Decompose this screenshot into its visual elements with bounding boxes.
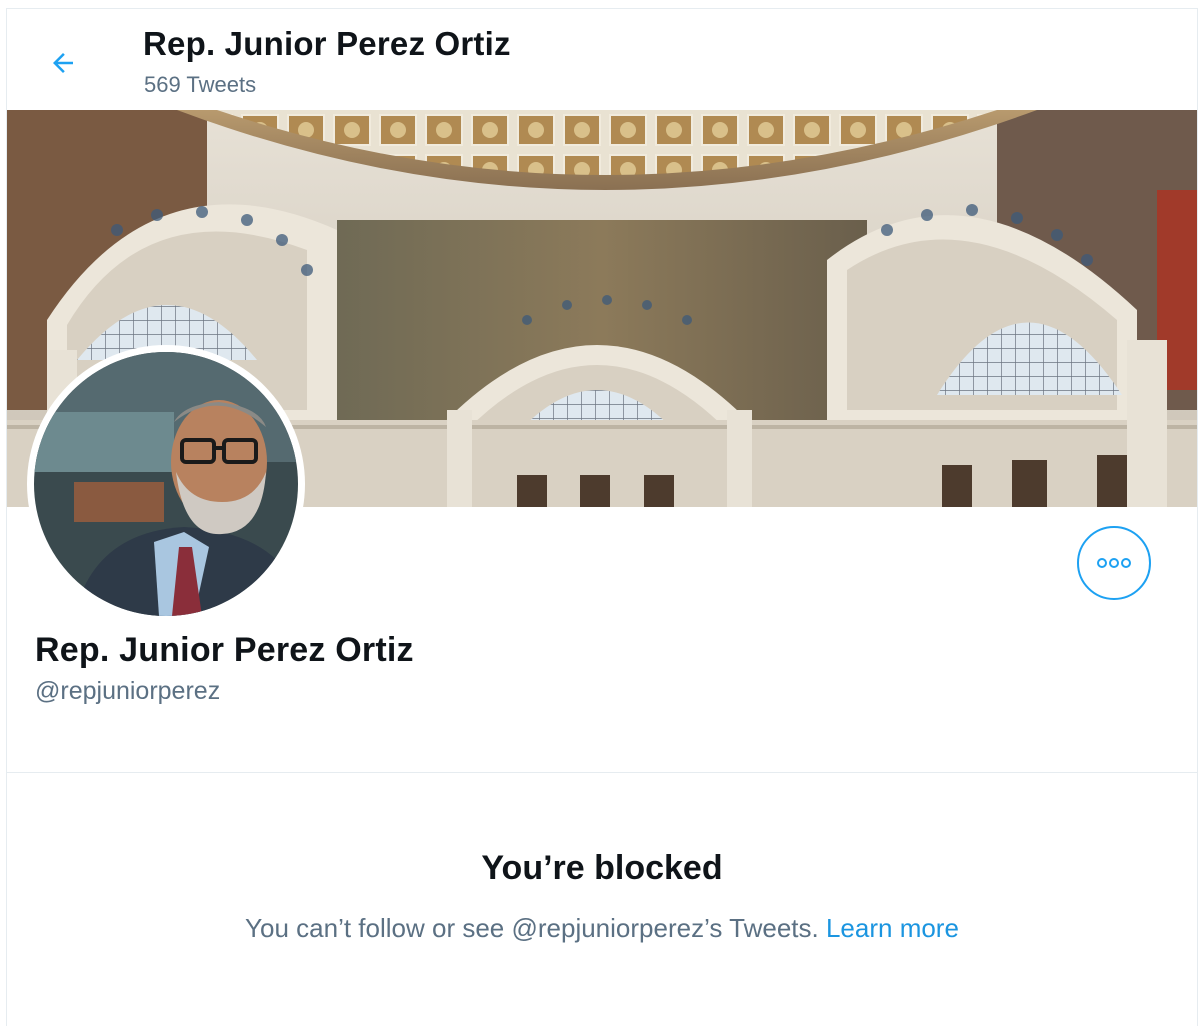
header-title: Rep. Junior Perez Ortiz bbox=[143, 25, 511, 62]
tweet-count: 569 Tweets bbox=[144, 72, 257, 97]
more-horizontal-icon bbox=[1097, 558, 1131, 568]
arrow-left-icon bbox=[53, 53, 73, 73]
blocked-title: You’re blocked bbox=[481, 849, 723, 887]
learn-more-link[interactable]: Learn more bbox=[826, 913, 959, 943]
blocked-message-text: You can’t follow or see @repjuniorperez’… bbox=[245, 913, 819, 943]
avatar-photo bbox=[34, 352, 298, 616]
blocked-message: You can’t follow or see @repjuniorperez’… bbox=[7, 913, 1197, 944]
divider bbox=[7, 772, 1197, 773]
profile-handle: @repjuniorperez bbox=[35, 677, 221, 705]
profile-name: Rep. Junior Perez Ortiz bbox=[35, 631, 414, 669]
profile-header: Rep. Junior Perez Ortiz 569 Tweets bbox=[7, 9, 1197, 110]
more-options-button[interactable] bbox=[1077, 526, 1151, 600]
profile-page: Rep. Junior Perez Ortiz 569 Tweets Rep. … bbox=[6, 8, 1198, 1026]
profile-avatar[interactable] bbox=[27, 345, 305, 623]
back-button[interactable] bbox=[39, 39, 87, 87]
